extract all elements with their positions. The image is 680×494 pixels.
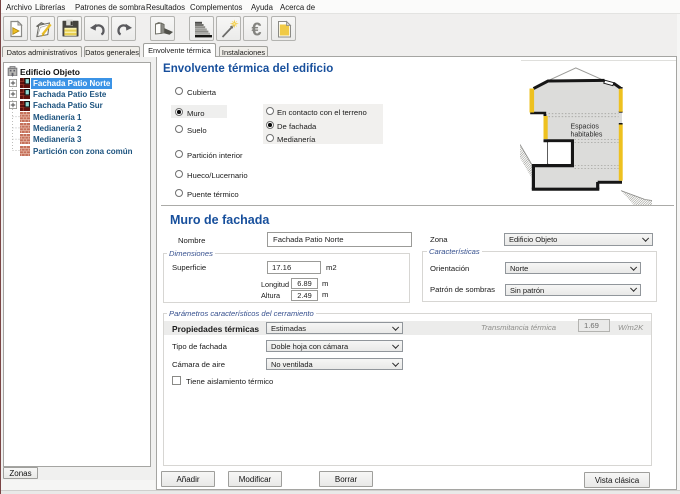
- svg-text:€: €: [251, 20, 261, 40]
- svg-text:habitables: habitables: [571, 131, 603, 138]
- svg-text:Espacios: Espacios: [571, 124, 600, 131]
